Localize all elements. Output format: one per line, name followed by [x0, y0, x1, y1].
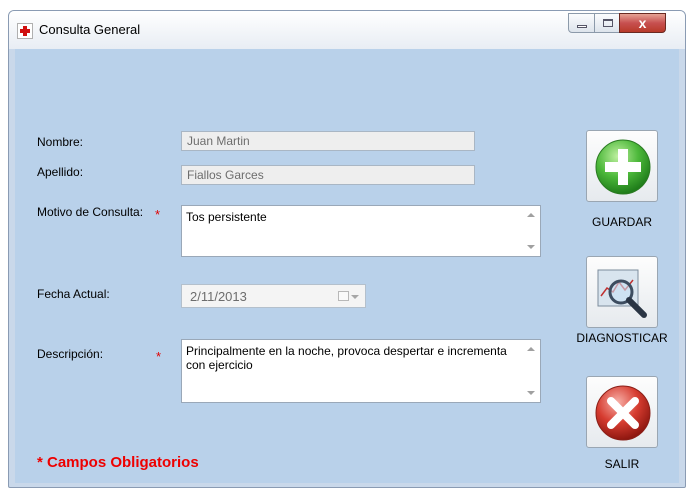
scroll-down-icon[interactable] [527, 391, 535, 395]
diagnosticar-button[interactable] [586, 256, 658, 328]
scroll-up-icon[interactable] [527, 347, 535, 351]
close-button[interactable]: x [619, 13, 666, 33]
required-fields-note: * Campos Obligatorios [37, 454, 199, 471]
motivo-scrollbar[interactable] [523, 206, 540, 256]
nombre-field[interactable]: Juan Martin [181, 131, 475, 151]
calendar-icon[interactable] [338, 291, 349, 301]
close-icon: x [638, 15, 647, 31]
descripcion-required-mark: * [156, 349, 162, 364]
window-title: Consulta General [39, 22, 141, 37]
descripcion-scrollbar[interactable] [523, 340, 540, 402]
motivo-textarea[interactable]: Tos persistente [181, 205, 541, 257]
descripcion-text: Principalmente en la noche, provoca desp… [186, 344, 507, 372]
guardar-label[interactable]: GUARDAR [582, 215, 662, 229]
fecha-datepicker[interactable]: 2/11/2013 [181, 284, 366, 308]
close-icon [595, 385, 651, 441]
fecha-label: Fecha Actual: [37, 287, 110, 301]
maximize-button[interactable] [594, 13, 620, 33]
salir-button[interactable] [586, 376, 658, 448]
apellido-field[interactable]: Fiallos Garces [181, 165, 475, 185]
diagnosticar-label[interactable]: DIAGNOSTICAR [576, 331, 668, 345]
form-area: Nombre: Juan Martin Apellido: Fiallos Ga… [15, 49, 679, 483]
salir-label[interactable]: SALIR [582, 457, 662, 471]
motivo-text: Tos persistente [186, 210, 267, 224]
consulta-window: Consulta General x Nombre: Juan Martin A… [8, 10, 686, 488]
guardar-button[interactable] [586, 130, 658, 202]
scroll-up-icon[interactable] [527, 213, 535, 217]
nombre-label: Nombre: [37, 135, 84, 149]
magnifier-chart-icon [597, 269, 647, 318]
title-bar[interactable]: Consulta General x [9, 11, 685, 49]
apellido-label: Apellido: [37, 165, 84, 179]
descripcion-label: Descripción: [37, 347, 104, 361]
scroll-down-icon[interactable] [527, 245, 535, 249]
motivo-label: Motivo de Consulta: [37, 205, 144, 219]
red-cross-icon [17, 23, 33, 39]
plus-icon [595, 139, 651, 195]
chevron-down-icon[interactable] [351, 295, 359, 299]
descripcion-textarea[interactable]: Principalmente en la noche, provoca desp… [181, 339, 541, 403]
fecha-value: 2/11/2013 [190, 289, 247, 304]
minimize-button[interactable] [568, 13, 595, 33]
motivo-required-mark: * [155, 207, 161, 222]
